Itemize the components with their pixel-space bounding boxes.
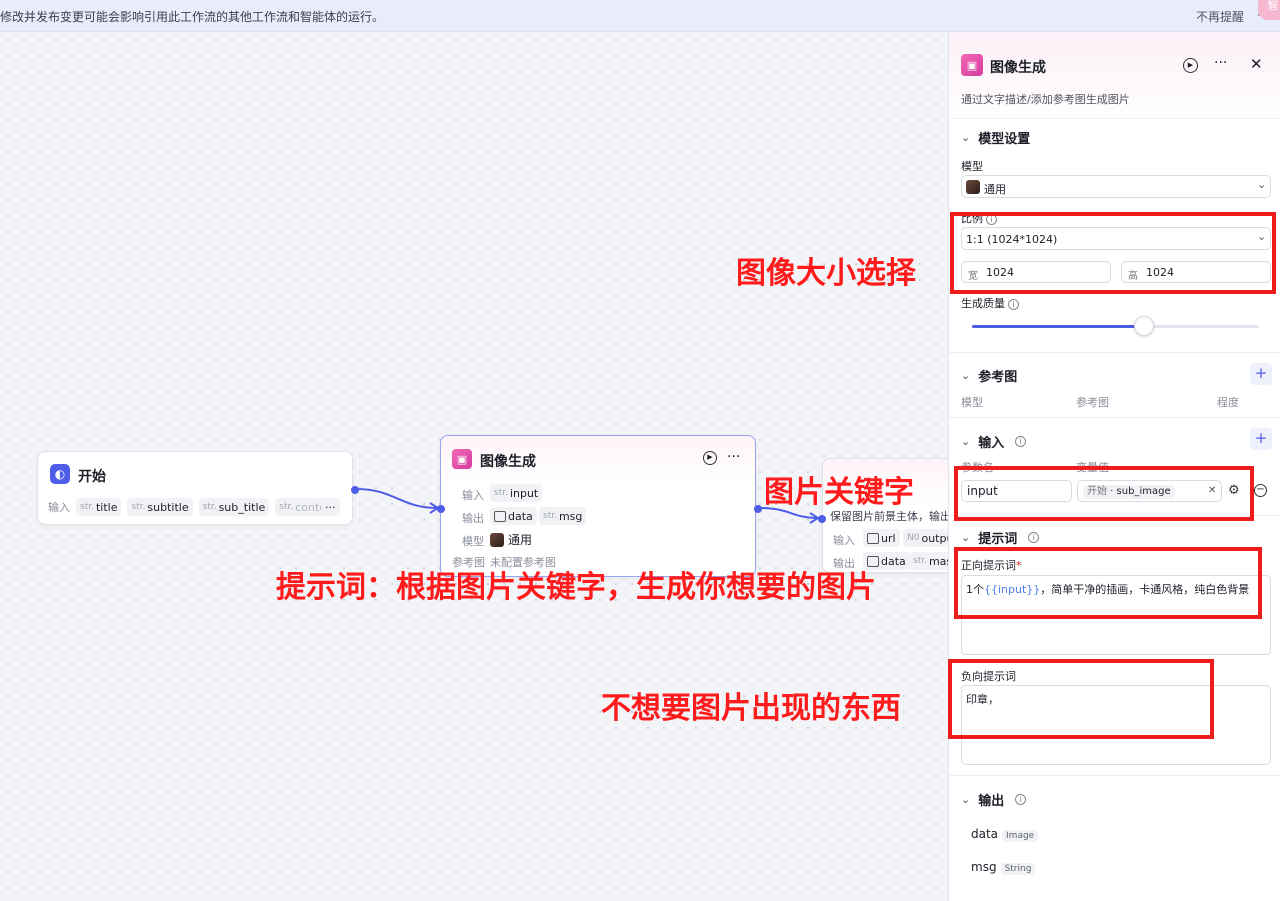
image-type-icon	[494, 510, 506, 522]
input-port[interactable]	[818, 515, 826, 523]
more-icon[interactable]: ···	[1214, 55, 1227, 71]
model-select-value: 通用	[984, 183, 1006, 196]
section-title: 提示词	[978, 532, 1018, 547]
type-tag: Image	[1002, 830, 1039, 842]
output-item: msg String	[971, 860, 1036, 875]
ref-col-model: 模型	[961, 396, 983, 409]
model-section-header[interactable]: ⌄ 模型设置	[961, 128, 1030, 147]
more-icon[interactable]: ···	[727, 449, 740, 465]
chevron-down-icon: ⌄	[961, 793, 971, 806]
input-label: 输入	[833, 534, 855, 547]
image-type-icon	[867, 532, 879, 544]
image-icon: ▣	[961, 54, 983, 76]
output-chip: str. msg	[539, 507, 587, 525]
start-icon: ◐	[50, 464, 70, 484]
output-item: data Image	[971, 827, 1039, 842]
annotation-box-negative	[948, 659, 1214, 739]
chevron-down-icon: ⌄	[961, 131, 971, 144]
start-node[interactable]: ◐ 开始 输入 str. title str. subtitle str. sub_t…	[37, 451, 359, 525]
section-title: 输出	[978, 794, 1005, 809]
image-node-title: 图像生成	[480, 454, 536, 470]
run-icon[interactable]: ▶	[703, 451, 717, 465]
add-ref-button[interactable]: +	[1250, 363, 1272, 385]
annotation-negative: 不想要图片出现的东西	[601, 691, 901, 726]
model-avatar	[490, 532, 504, 547]
annotation-prompt: 提示词：根据图片关键字，生成你想要的图片	[276, 570, 876, 605]
output-label: 输出	[462, 512, 484, 525]
type-tag: String	[1000, 863, 1036, 875]
divider	[949, 775, 1280, 776]
run-icon[interactable]: ▶	[1183, 58, 1198, 73]
close-icon[interactable]: ✕	[1250, 55, 1263, 73]
input-chip: str. sub_title	[198, 498, 270, 516]
panel-subtitle: 通过文字描述/添加参考图生成图片	[961, 93, 1130, 106]
chevron-down-icon: ⌄	[961, 369, 971, 382]
annotation-box-size	[950, 212, 1276, 294]
chevron-down-icon: ⌄	[1257, 178, 1267, 191]
model-label: 模型	[462, 535, 484, 548]
quality-slider-fill	[972, 325, 1145, 328]
annotation-box-keyword	[954, 466, 1254, 521]
chevron-down-icon: ⌄	[961, 531, 971, 544]
output-port[interactable]	[754, 505, 762, 513]
dont-remind-link[interactable]: 不再提醒	[1196, 8, 1244, 25]
annotation-box-prompt	[954, 547, 1262, 619]
image-gen-node[interactable]: ▣ 图像生成 ▶ ··· 输入 str. input 输出 data str. ms…	[437, 435, 762, 577]
input-chip: str. title	[76, 498, 122, 516]
divider	[949, 417, 1280, 418]
quality-label: 生成质量 i	[961, 295, 1019, 311]
input-chip: str. subtitle	[127, 498, 193, 516]
image-icon: ▣	[452, 449, 472, 469]
divider	[949, 352, 1280, 353]
output-section-header[interactable]: ⌄ 输出 i	[961, 790, 1027, 809]
ref-col-strength: 程度	[1217, 396, 1239, 409]
section-title: 输入	[978, 436, 1005, 451]
model-select[interactable]: 通用 ⌄	[961, 175, 1271, 198]
model-avatar	[966, 180, 980, 194]
ref-section-header[interactable]: ⌄ 参考图	[961, 366, 1017, 385]
annotation-keyword: 图片关键字	[764, 475, 914, 510]
input-chip: str. input	[490, 484, 543, 502]
edge-start-to-image	[355, 488, 439, 509]
assistant-badge-icon[interactable]: 智	[1258, 0, 1280, 20]
divider	[949, 118, 1280, 119]
model-label: 模型	[961, 160, 983, 173]
prompt-section-header[interactable]: ⌄ 提示词 i	[961, 528, 1040, 547]
input-label: 输入	[48, 501, 70, 514]
output-chip: data	[490, 507, 537, 525]
remove-icon[interactable]: −	[1254, 484, 1267, 497]
info-icon[interactable]: i	[1008, 298, 1019, 310]
panel-header: ▣ 图像生成 ▶ ··· ✕ 通过文字描述/添加参考图生成图片	[949, 32, 1280, 122]
info-icon[interactable]: i	[1015, 436, 1027, 447]
input-label: 输入	[462, 489, 484, 502]
model-value: 通用	[490, 531, 532, 548]
add-input-button[interactable]: +	[1250, 428, 1272, 450]
quality-slider[interactable]	[972, 316, 1259, 336]
annotation-size: 图像大小选择	[736, 256, 916, 291]
input-chip: url	[863, 529, 900, 547]
start-node-inputs: 输入 str. title str. subtitle str. sub_title …	[48, 498, 331, 516]
info-icon[interactable]: i	[1015, 794, 1027, 805]
chevron-down-icon: ⌄	[961, 435, 971, 448]
info-icon[interactable]: i	[1028, 532, 1040, 543]
quality-slider-thumb[interactable]	[1134, 316, 1155, 336]
output-port[interactable]	[351, 486, 359, 494]
input-section-header[interactable]: ⌄ 输入 i	[961, 432, 1027, 451]
more-inputs-button[interactable]: ···	[321, 498, 340, 516]
ref-col-image: 参考图	[1076, 396, 1109, 409]
panel-title: 图像生成	[990, 60, 1046, 76]
start-node-title: 开始	[78, 469, 106, 485]
section-title: 参考图	[978, 370, 1018, 385]
input-port[interactable]	[437, 505, 445, 513]
section-title: 模型设置	[978, 132, 1031, 147]
